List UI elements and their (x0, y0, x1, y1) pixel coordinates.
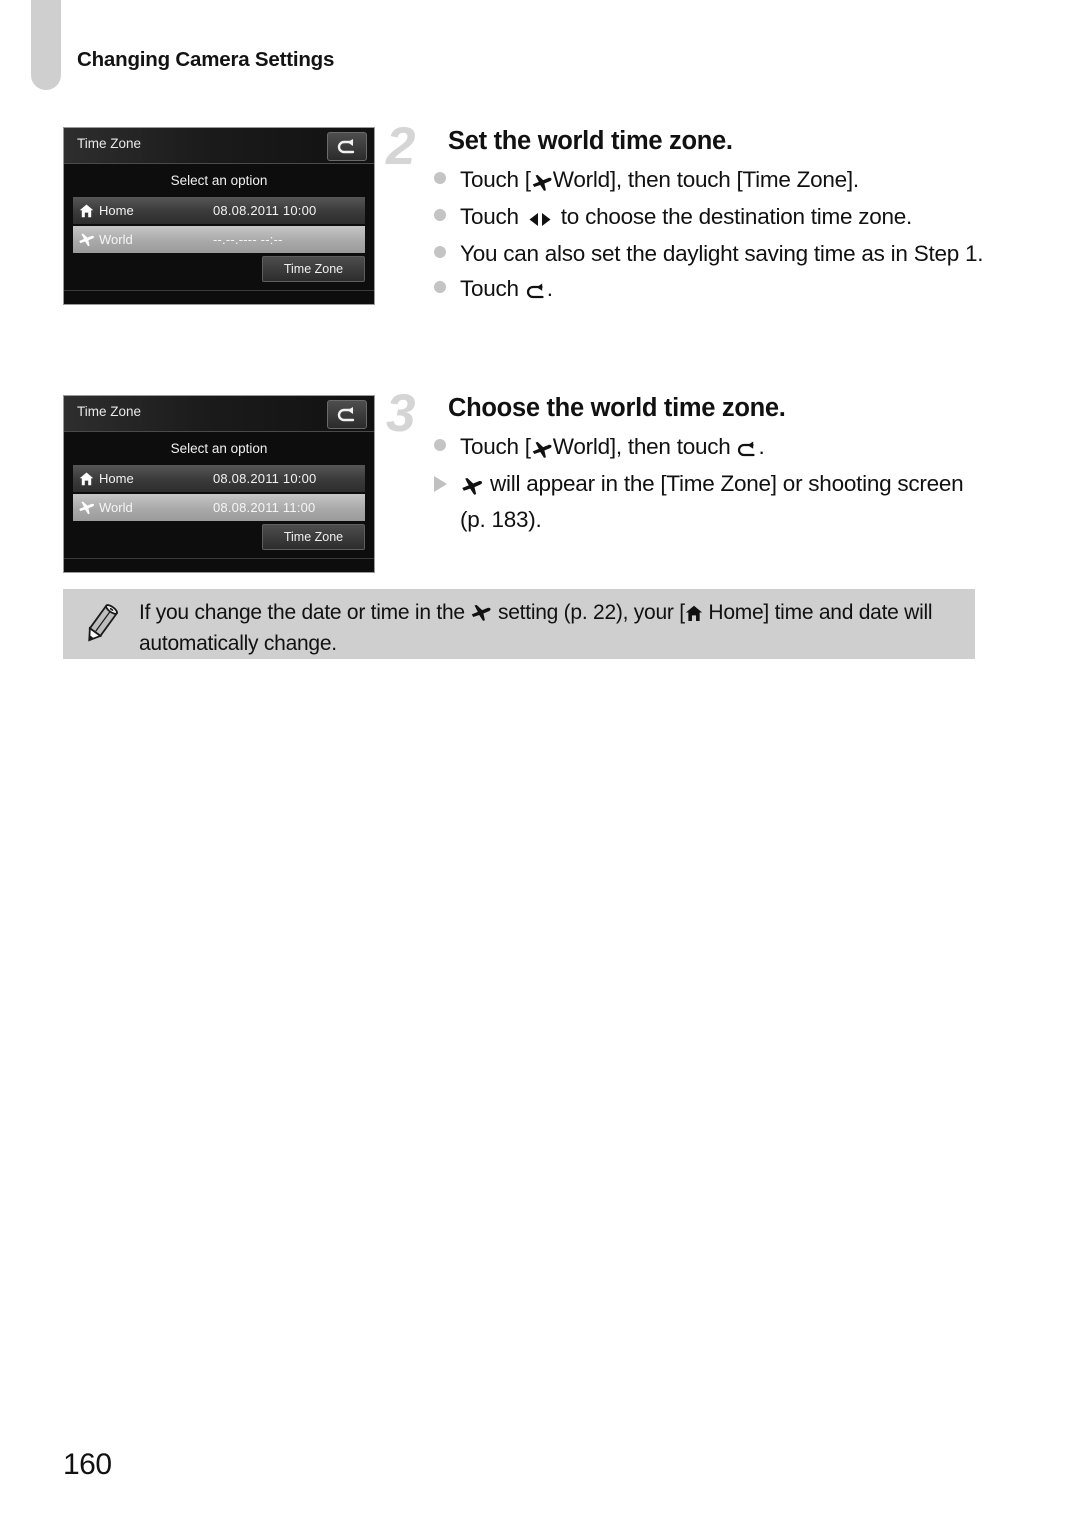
bullet-dot-icon (434, 200, 460, 222)
note-callout: If you change the date or time in the se… (63, 589, 975, 659)
option-label: World (99, 500, 133, 515)
home-icon (73, 204, 99, 218)
bullet-item: Touch [World], then touch [Time Zone]. (434, 163, 986, 199)
option-row-world[interactable]: World --.--.---- --:-- (73, 226, 365, 253)
bullet-item: Touch to choose the destination time zon… (434, 200, 986, 236)
option-row-world[interactable]: World 08.08.2011 11:00 (73, 494, 365, 521)
airplane-icon (470, 601, 492, 624)
bullet-text: Touch [World], then touch . (460, 430, 765, 466)
home-icon (685, 601, 703, 624)
step-bullet-list: Touch [World], then touch [Time Zone]. T… (434, 163, 986, 308)
option-value: 08.08.2011 10:00 (213, 203, 317, 218)
time-zone-button[interactable]: Time Zone (262, 256, 365, 282)
option-list: Home 08.08.2011 10:00 World --.--.---- -… (64, 197, 374, 253)
step-2: 2 Set the world time zone. Touch [World]… (386, 120, 986, 309)
screen-title: Time Zone (77, 404, 142, 419)
return-arrow-icon[interactable] (327, 132, 367, 161)
bullet-item: Touch . (434, 272, 986, 308)
airplane-icon (531, 165, 553, 199)
home-icon (73, 472, 99, 486)
page-number: 160 (63, 1448, 112, 1481)
time-zone-button[interactable]: Time Zone (262, 524, 365, 550)
screen-subtitle: Select an option (170, 441, 268, 456)
bullet-text: Touch . (460, 272, 553, 308)
bullet-item: Touch [World], then touch . (434, 430, 986, 466)
camera-screen-step2: Time Zone Select an option Home 08.08.20… (63, 127, 375, 305)
option-row-home[interactable]: Home 08.08.2011 10:00 (73, 465, 365, 492)
option-label: Home (99, 203, 134, 218)
return-arrow-icon (736, 432, 758, 466)
bullet-dot-icon (434, 163, 460, 185)
return-arrow-icon (525, 274, 547, 308)
option-label: World (99, 232, 133, 247)
chapter-tab-marker (31, 0, 61, 90)
screen-subtitle: Select an option (170, 173, 268, 188)
bullet-text: Touch to choose the destination time zon… (460, 200, 912, 236)
step-number: 2 (386, 117, 416, 176)
step-3: 3 Choose the world time zone. Touch [Wor… (386, 387, 986, 538)
bullet-dot-icon (434, 237, 460, 259)
note-text: If you change the date or time in the se… (139, 601, 933, 655)
bullet-item: You can also set the daylight saving tim… (434, 237, 986, 271)
option-value: 08.08.2011 10:00 (213, 471, 317, 486)
bullet-dot-icon (434, 430, 460, 452)
bullet-text: will appear in the [Time Zone] or shooti… (460, 469, 964, 533)
screen-divider (64, 290, 374, 291)
screen-titlebar: Time Zone (64, 128, 374, 164)
return-arrow-icon[interactable] (327, 400, 367, 429)
camera-screen-step3: Time Zone Select an option Home 08.08.20… (63, 395, 375, 573)
pencil-icon (77, 600, 125, 648)
bullet-text: You can also set the daylight saving tim… (460, 241, 984, 267)
bullet-dot-icon (434, 272, 460, 294)
bullet-item: will appear in the [Time Zone] or shooti… (434, 467, 986, 537)
step-heading: Set the world time zone. (448, 127, 733, 155)
left-right-arrows-icon (525, 202, 555, 236)
airplane-icon (531, 432, 553, 466)
option-value: 08.08.2011 11:00 (213, 500, 316, 515)
option-label: Home (99, 471, 134, 486)
bullet-text: Touch [World], then touch [Time Zone]. (460, 163, 859, 199)
option-value: --.--.---- --:-- (213, 232, 283, 247)
airplane-icon (460, 469, 484, 503)
screen-titlebar: Time Zone (64, 396, 374, 432)
step-heading: Choose the world time zone. (448, 394, 786, 422)
screen-title: Time Zone (77, 136, 142, 151)
step-number: 3 (386, 384, 416, 443)
airplane-icon (73, 232, 99, 247)
screen-divider (64, 558, 374, 559)
bullet-triangle-icon (434, 467, 460, 493)
page-title: Changing Camera Settings (77, 48, 335, 71)
option-row-home[interactable]: Home 08.08.2011 10:00 (73, 197, 365, 224)
step-bullet-list: Touch [World], then touch . will appear … (434, 430, 986, 537)
airplane-icon (73, 500, 99, 515)
option-list: Home 08.08.2011 10:00 World 08.08.2011 1… (64, 465, 374, 521)
